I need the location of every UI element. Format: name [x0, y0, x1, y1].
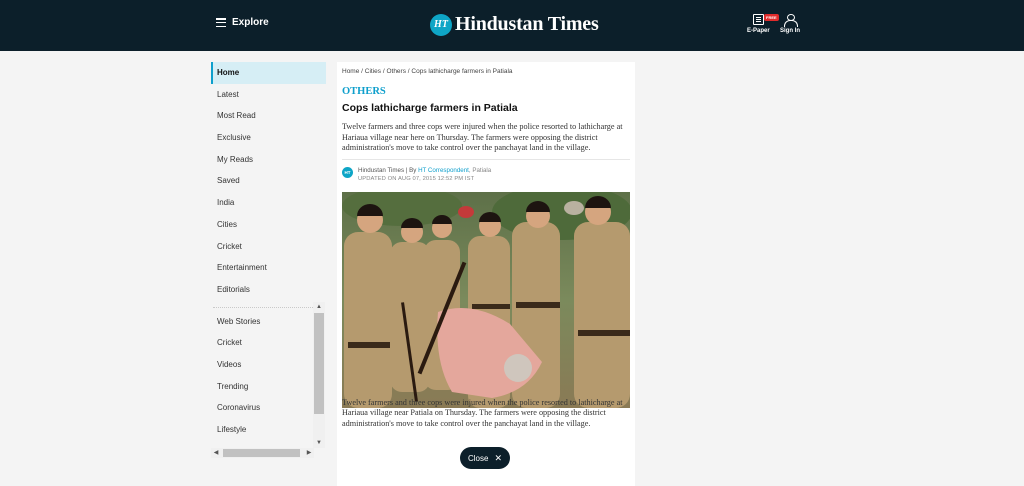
- article-photo: [342, 191, 630, 408]
- sidebar-item-home[interactable]: Home: [211, 62, 326, 84]
- sidebar-horizontal-scrollbar[interactable]: ◀ ▶: [211, 448, 314, 458]
- vertical-scroll-thumb[interactable]: [314, 313, 324, 414]
- logo-name: Hindustan Times: [455, 13, 599, 35]
- section-label[interactable]: OTHERS: [342, 86, 630, 97]
- scroll-left-arrow-icon[interactable]: ◀: [211, 448, 221, 458]
- sidebar-item-cricket[interactable]: Cricket: [211, 236, 326, 258]
- close-icon: ✕: [494, 452, 502, 463]
- hamburger-icon: [216, 18, 226, 27]
- close-button-label: Close: [468, 453, 489, 463]
- breadcrumb-home[interactable]: Home: [342, 68, 359, 75]
- sidebar-item-my-reads[interactable]: My Reads: [211, 149, 326, 171]
- sidebar-item-web-stories[interactable]: Web Stories: [211, 311, 326, 333]
- breadcrumb: Home / Cities / Others / Cops lathicharg…: [342, 68, 630, 75]
- article-headline: Cops lathicharge farmers in Patiala: [342, 102, 518, 114]
- photo-caption: Twelve farmers and three cops were injur…: [342, 397, 623, 428]
- sidebar-item-exclusive[interactable]: Exclusive: [211, 127, 326, 149]
- sidebar-item-entertainment[interactable]: Entertainment: [211, 257, 326, 279]
- scroll-down-arrow-icon[interactable]: ▼: [313, 438, 325, 448]
- article-card: Home / Cities / Others / Cops lathicharg…: [337, 62, 635, 486]
- epaper-free-badge: FREE: [764, 14, 779, 21]
- byline-source: Hindustan Times | By: [358, 166, 419, 174]
- epaper-icon: [752, 14, 764, 25]
- updated-timestamp: UPDATED ON AUG 07, 2015 12:52 PM IST: [358, 175, 475, 182]
- byline-author-link[interactable]: HT Correspondent: [418, 167, 469, 174]
- sidebar-scroll-list[interactable]: Web Stories Cricket Videos Trending Coro…: [211, 311, 326, 458]
- article-summary: Twelve farmers and three cops were injur…: [342, 122, 623, 153]
- sidebar-item-lifestyle[interactable]: Lifestyle: [211, 419, 326, 441]
- ht-source-logo: HT: [342, 166, 353, 178]
- sidebar-item-most-read[interactable]: Most Read: [211, 105, 326, 127]
- sidebar-item-cities[interactable]: Cities: [211, 214, 326, 236]
- signin-label: Sign In: [780, 28, 800, 34]
- scroll-right-arrow-icon[interactable]: ▶: [304, 448, 314, 458]
- breadcrumb-others[interactable]: Others: [386, 68, 406, 75]
- police-farmers-photo: [342, 191, 630, 408]
- explore-label: Explore: [232, 17, 269, 28]
- breadcrumb-cities[interactable]: Cities: [365, 68, 381, 75]
- signin-button[interactable]: Sign In: [780, 14, 800, 34]
- user-icon: [784, 14, 798, 27]
- byline-divider: [342, 158, 630, 160]
- site-logo[interactable]: HT Hindustan Times: [430, 13, 599, 36]
- horizontal-scroll-thumb[interactable]: [223, 449, 300, 457]
- sidebar-vertical-scrollbar[interactable]: ▲ ▼: [313, 302, 325, 448]
- sidebar-item-india[interactable]: India: [211, 192, 326, 214]
- epaper-button[interactable]: FREE E-Paper: [747, 14, 779, 34]
- sidebar-nav: Home Latest Most Read Exclusive My Reads…: [211, 62, 326, 458]
- sidebar-divider: [213, 306, 323, 308]
- sidebar-item-saved[interactable]: Saved: [211, 170, 326, 192]
- explore-menu-button[interactable]: Explore: [216, 17, 269, 28]
- sidebar-item-videos[interactable]: Videos: [211, 354, 326, 376]
- sidebar-item-cricket-2[interactable]: Cricket: [211, 332, 326, 354]
- sidebar-item-editorials[interactable]: Editorials: [211, 279, 326, 301]
- breadcrumb-current: Cops lathicharge farmers in Patiala: [411, 68, 513, 75]
- scroll-up-arrow-icon[interactable]: ▲: [313, 302, 325, 312]
- epaper-label: E-Paper: [747, 28, 770, 34]
- sidebar-item-trending[interactable]: Trending: [211, 376, 326, 398]
- close-button[interactable]: Close ✕: [460, 447, 510, 469]
- sidebar-item-coronavirus[interactable]: Coronavirus: [211, 397, 326, 419]
- byline: HT Hindustan Times | By HT Correspondent…: [342, 166, 630, 182]
- sidebar-item-latest[interactable]: Latest: [211, 84, 326, 106]
- byline-place: , Patiala: [468, 166, 492, 174]
- logo-mark: HT: [430, 13, 452, 36]
- byline-text: Hindustan Times | By HT Correspondent, P…: [358, 166, 491, 176]
- top-header: Explore HT Hindustan Times FREE E-Paper …: [0, 0, 1024, 51]
